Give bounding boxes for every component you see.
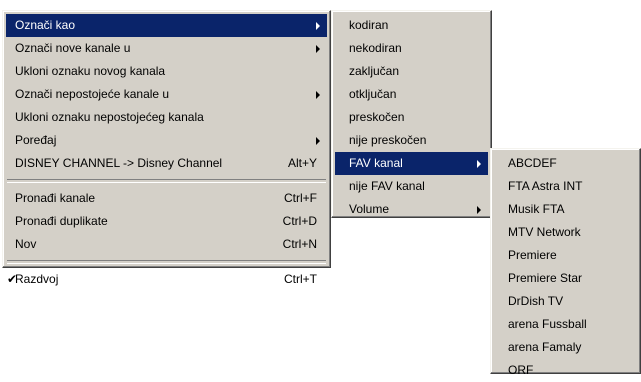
menu-item-label: ABCDEF [508, 156, 557, 170]
menu-item-fav-list[interactable]: ORF [494, 359, 637, 382]
menu-item-label: kodiran [349, 18, 389, 32]
menu-item-rename-disney[interactable]: DISNEY CHANNEL -> Disney Channel Alt+Y [6, 152, 327, 175]
menu-item-mark-new-channels[interactable]: Označi nove kanale u [6, 37, 327, 60]
menu-item-skipped[interactable]: preskočen [335, 106, 488, 129]
submenu-mark-as: kodiran nekodiran zaključan otključan pr… [331, 10, 492, 218]
menu-item-mark-as[interactable]: Označi kao [6, 14, 327, 37]
menu-item-label: Pronađi kanale [15, 191, 96, 205]
menu-item-label: Poređaj [15, 133, 57, 147]
submenu-arrow-icon [316, 137, 320, 145]
menu-item-label: otključan [349, 87, 397, 101]
menu-separator [7, 179, 326, 183]
menu-item-label: Označi nepostojeće kanale u [15, 87, 170, 101]
menu-item-label: Označi nove kanale u [15, 41, 131, 55]
menu-item-find-channels[interactable]: Pronađi kanale Ctrl+F [6, 187, 327, 210]
menu-item-label: DISNEY CHANNEL -> Disney Channel [15, 156, 223, 170]
submenu-arrow-icon [316, 91, 320, 99]
menu-item-sort[interactable]: Poređaj [6, 129, 327, 152]
menu-item-fav-list[interactable]: MTV Network [494, 221, 637, 244]
menu-item-label: FAV kanal [349, 156, 403, 170]
menu-item-label: arena Fussball [508, 317, 587, 331]
submenu-arrow-icon [477, 160, 481, 168]
menu-item-fav-list[interactable]: FTA Astra INT [494, 175, 637, 198]
menu-item-fav-list[interactable]: Premiere Star [494, 267, 637, 290]
menu-item-label: Pronađi duplikate [15, 214, 108, 228]
menu-item-label: MTV Network [508, 225, 581, 239]
menu-item-fav-list[interactable]: arena Famaly [494, 336, 637, 359]
menu-item-shortcut: Ctrl+T [284, 272, 317, 286]
menu-item-fav-list[interactable]: arena Fussball [494, 313, 637, 336]
menu-item-label: preskočen [349, 110, 405, 124]
menu-item-unencrypted[interactable]: nekodiran [335, 37, 488, 60]
menu-item-fav-list[interactable]: DrDish TV [494, 290, 637, 313]
menu-item-shortcut: Alt+Y [287, 156, 317, 170]
submenu-arrow-icon [316, 22, 320, 30]
menu-item-fav-channel[interactable]: FAV kanal [335, 152, 488, 175]
menu-item-label: Volume [349, 202, 390, 216]
menu-item-remove-new-mark[interactable]: Ukloni oznaku novog kanala [6, 60, 327, 83]
menu-item-fav-list[interactable]: ABCDEF [494, 152, 637, 175]
menu-item-not-fav-channel[interactable]: nije FAV kanal [335, 175, 488, 198]
menu-item-unlocked[interactable]: otključan [335, 83, 488, 106]
menu-item-label: Nov [15, 237, 37, 251]
context-menu-main: Označi kao Označi nove kanale u Ukloni o… [2, 10, 331, 286]
menu-item-volume[interactable]: Volume [335, 198, 488, 221]
menu-item-encrypted[interactable]: kodiran [335, 14, 488, 37]
menu-item-not-skipped[interactable]: nije preskočen [335, 129, 488, 152]
menu-item-shortcut: Ctrl+F [284, 191, 317, 205]
menu-separator [7, 260, 326, 264]
submenu-arrow-icon [316, 45, 320, 53]
menu-item-label: Ukloni oznaku novog kanala [15, 64, 166, 78]
menu-item-shortcut: Ctrl+N [282, 237, 317, 251]
menu-item-label: Premiere [508, 248, 557, 262]
menu-item-separate[interactable]: ✔ Razdvoj Ctrl+T [6, 268, 327, 291]
menu-item-label: Razdvoj [15, 272, 59, 286]
menu-item-label: FTA Astra INT [508, 179, 583, 193]
menu-item-label: ORF [508, 363, 534, 377]
checkmark-icon: ✔ [7, 272, 18, 286]
menu-item-label: Ukloni oznaku nepostojećeg kanala [15, 110, 204, 124]
menu-item-remove-missing-mark[interactable]: Ukloni oznaku nepostojećeg kanala [6, 106, 327, 129]
menu-item-fav-list[interactable]: Premiere [494, 244, 637, 267]
menu-item-locked[interactable]: zaključan [335, 60, 488, 83]
submenu-fav-lists: ABCDEF FTA Astra INT Musik FTA MTV Netwo… [490, 148, 641, 377]
menu-item-fav-list[interactable]: Musik FTA [494, 198, 637, 221]
menu-item-label: DrDish TV [508, 294, 564, 308]
menu-item-label: Označi kao [15, 18, 76, 32]
menu-item-find-duplicates[interactable]: Pronađi duplikate Ctrl+D [6, 210, 327, 233]
menu-item-mark-missing-channels[interactable]: Označi nepostojeće kanale u [6, 83, 327, 106]
menu-item-label: nije FAV kanal [349, 179, 425, 193]
menu-item-new[interactable]: Nov Ctrl+N [6, 233, 327, 256]
menu-item-label: Premiere Star [508, 271, 583, 285]
menu-item-shortcut: Ctrl+D [282, 214, 317, 228]
menu-item-label: zaključan [349, 64, 400, 78]
menu-item-label: Musik FTA [508, 202, 565, 216]
submenu-arrow-icon [477, 206, 481, 214]
menu-item-label: arena Famaly [508, 340, 582, 354]
menu-item-label: nije preskočen [349, 133, 427, 147]
menu-item-label: nekodiran [349, 41, 402, 55]
